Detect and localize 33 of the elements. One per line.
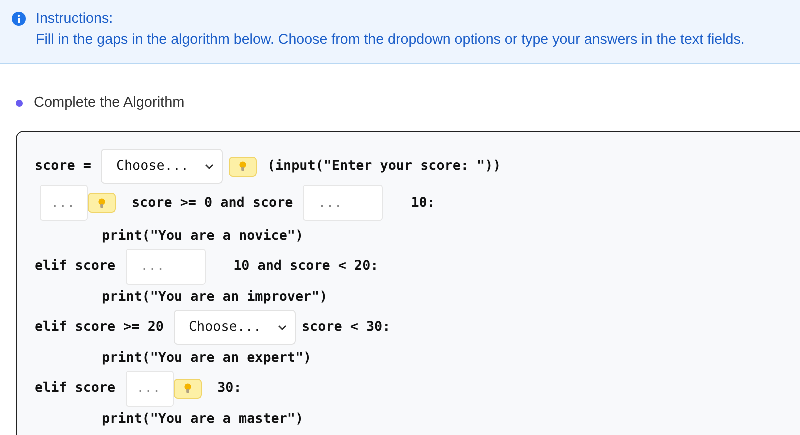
code-text: (input("Enter your score: ")) [267, 159, 502, 174]
chevron-icon [205, 164, 214, 170]
dropdown[interactable]: Choose... [101, 149, 224, 184]
input-field[interactable]: ... [40, 185, 88, 221]
code-text: elif score [35, 259, 116, 274]
code-text: elif score >= 20 [35, 320, 164, 336]
hint-button[interactable] [88, 193, 116, 213]
section-title: Complete the Algorithm [34, 95, 185, 111]
chevron-icon [278, 324, 287, 331]
instructions-title: Instructions: [36, 10, 114, 29]
lightbulb-icon [184, 383, 192, 394]
lightbulb-icon [98, 198, 106, 208]
code-text: score = [35, 159, 92, 174]
hint-button[interactable] [229, 156, 258, 176]
input-field[interactable]: ... [126, 370, 174, 407]
lightbulb-icon [239, 161, 248, 172]
code-text: print("You are an improver") [102, 290, 328, 305]
code-text: 30: [218, 381, 242, 396]
instructions-text: Fill in the gaps in the algorithm below. Choose from the dropdown options or type your answers in the text fields. [36, 31, 745, 50]
code-text: print("You are a novice") [102, 228, 304, 244]
code-text: print("You are a master") [102, 412, 304, 427]
code-text: score < 30: [302, 320, 391, 336]
dropdown[interactable]: Choose... [174, 310, 296, 346]
info-icon [12, 12, 26, 26]
code-text: print("You are an expert") [102, 350, 312, 366]
bullet-icon [16, 100, 23, 106]
code-text: score >= 0 and score [132, 196, 294, 210]
hint-button[interactable] [174, 378, 202, 399]
input-field[interactable]: ... [303, 185, 384, 221]
code-text: 10: [411, 196, 436, 210]
code-text: elif score [35, 381, 116, 396]
code-text: 10 and score < 20: [234, 259, 379, 274]
input-field[interactable]: ... [126, 248, 206, 285]
